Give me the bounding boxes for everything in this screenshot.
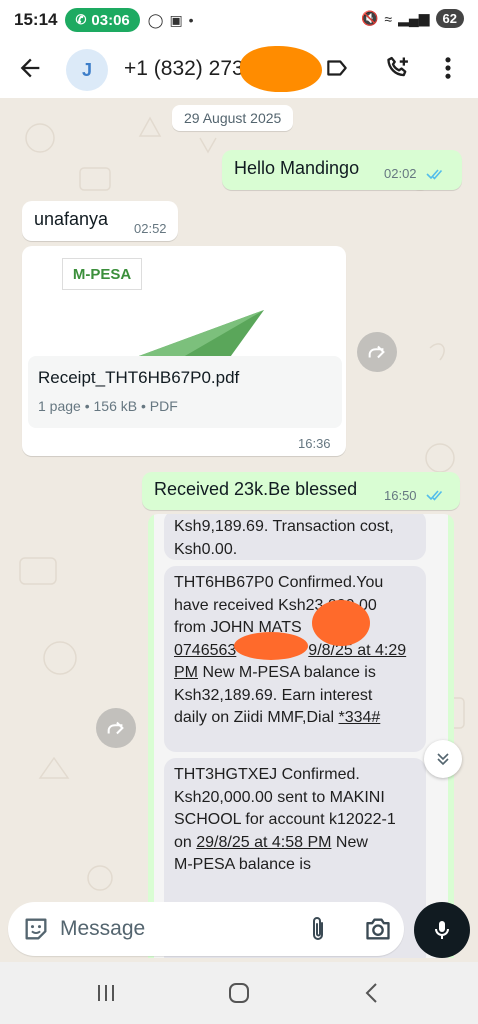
paperclip-icon[interactable] <box>306 915 330 943</box>
sms-line: Ksh20,000.00 sent to MAKINI <box>174 788 385 806</box>
status-time: 15:14 <box>14 10 58 29</box>
message-text: Hello Mandingo <box>234 158 360 178</box>
message-time: 02:02 <box>384 166 417 181</box>
screenshot-notification-icon: ▣ <box>169 11 183 28</box>
message-text: Received 23k.Be blessed <box>154 479 358 499</box>
mute-icon: 🔇 <box>360 10 379 26</box>
sms-line: SCHOOL for account k12022-1 <box>174 811 396 828</box>
message-time: 16:50 <box>384 488 417 503</box>
sms-line: THT6HB67P0 Confirmed.You <box>174 574 384 591</box>
phone-icon: ✆ <box>75 12 87 27</box>
outgoing-message[interactable]: Received 23k.Be blessed 16:50 <box>142 472 460 510</box>
forward-button[interactable] <box>96 708 136 748</box>
sms-line: Ksh9,189.69. Transaction cost, <box>174 518 394 535</box>
add-call-icon[interactable] <box>384 54 412 82</box>
redaction-mark <box>240 46 322 92</box>
message-time: 16:36 <box>298 436 331 451</box>
forward-button[interactable] <box>357 332 397 372</box>
signal-icon: ▂▄▆ <box>398 10 430 26</box>
sms-phone-link: 0746563 <box>174 641 237 659</box>
sms-line: Ksh32,189.69. Earn interest <box>174 686 373 704</box>
more-vert-icon[interactable] <box>440 54 456 82</box>
sms-ussd-link: *334# <box>338 709 381 726</box>
incoming-document-message[interactable]: M-PESA Receipt_THT6HB67P0.pdf 1 page • 1… <box>22 246 346 456</box>
chat-area[interactable]: 29 August 2025 Hello Mandingo 02:02 unaf… <box>0 98 478 958</box>
sms-text: New <box>331 833 368 851</box>
sms-date-link-cont: PM <box>174 664 198 681</box>
sms-bubble: Ksh9,189.69. Transaction cost, Ksh0.00. <box>164 514 426 560</box>
sms-line: M-PESA balance is <box>174 856 311 873</box>
forward-icon <box>107 721 124 735</box>
avatar[interactable]: J <box>66 49 108 91</box>
status-right-cluster: 🔇 ≈ ▂▄▆ 62 <box>361 9 464 28</box>
mic-icon <box>435 921 449 939</box>
sms-screenshot[interactable]: Ksh9,189.69. Transaction cost, Ksh0.00. … <box>154 514 448 958</box>
sms-text: on <box>174 833 197 851</box>
battery-indicator: 62 <box>435 9 464 28</box>
sms-line: daily on Ziidi MMF,Dial *334# <box>174 707 416 730</box>
system-nav-bar <box>0 962 478 1024</box>
sms-line: on 29/8/25 at 4:58 PM New <box>174 832 416 855</box>
redaction-mark <box>312 600 370 646</box>
date-chip: 29 August 2025 <box>172 105 294 131</box>
contact-name[interactable]: +1 (832) 273 <box>124 57 244 81</box>
document-info[interactable]: Receipt_THT6HB67P0.pdf 1 page • 156 kB •… <box>28 356 342 428</box>
incoming-message[interactable]: unafanya 02:52 <box>22 201 178 241</box>
sms-date-link: 9/8/25 at 4:29 <box>308 641 407 659</box>
sms-text: New M-PESA balance is <box>198 664 376 681</box>
camera-icon[interactable] <box>364 915 392 943</box>
sms-text: daily on Ziidi MMF,Dial <box>174 709 339 726</box>
document-preview-graphic <box>128 310 264 360</box>
outgoing-message[interactable]: Hello Mandingo 02:02 <box>222 150 462 190</box>
label-icon[interactable] <box>324 54 350 82</box>
whatsapp-notification-icon: ◯ <box>147 11 164 28</box>
message-time: 02:52 <box>134 221 167 236</box>
status-bar: 15:14 ✆ 03:06 ◯ ▣ • 🔇 ≈ ▂▄▆ 62 <box>0 0 478 40</box>
message-input[interactable] <box>60 914 240 944</box>
double-chevron-down-icon <box>437 753 449 766</box>
chat-header: J +1 (832) 273 <box>0 40 478 98</box>
document-preview[interactable]: M-PESA <box>28 252 340 360</box>
wifi-icon: ≈ <box>384 10 393 27</box>
nav-back-icon[interactable] <box>362 982 382 1004</box>
ongoing-call-pill[interactable]: ✆ 03:06 <box>65 8 140 32</box>
sms-line: THT3HGTXEJ Confirmed. <box>174 766 360 783</box>
sticker-icon[interactable] <box>22 915 50 943</box>
voice-message-button[interactable] <box>414 902 470 958</box>
sms-line: Ksh0.00. <box>174 540 238 558</box>
sms-line: have received Ksh23,000.00 <box>174 596 377 614</box>
sms-line: PM New M-PESA balance is <box>174 662 416 685</box>
forward-icon <box>368 345 385 359</box>
sms-date-link: 29/8/25 at 4:58 PM <box>196 833 332 851</box>
document-meta: 1 page • 156 kB • PDF <box>38 398 178 414</box>
message-text: unafanya <box>34 209 109 229</box>
read-receipt-icon <box>426 169 443 180</box>
nav-recents-icon[interactable] <box>94 982 118 1004</box>
read-receipt-icon <box>426 490 443 501</box>
scroll-to-bottom-button[interactable] <box>424 740 462 778</box>
message-composer <box>8 902 404 956</box>
call-timer: 03:06 <box>91 11 130 29</box>
more-notifications-dot-icon: • <box>188 12 194 28</box>
document-filename: Receipt_THT6HB67P0.pdf <box>38 368 240 387</box>
outgoing-image-message[interactable]: Ksh9,189.69. Transaction cost, Ksh0.00. … <box>148 514 454 958</box>
redaction-mark <box>234 632 308 660</box>
back-arrow-icon[interactable] <box>16 54 44 82</box>
nav-home-icon[interactable] <box>227 982 251 1004</box>
sms-bubble: THT6HB67P0 Confirmed.You have received K… <box>164 566 426 752</box>
